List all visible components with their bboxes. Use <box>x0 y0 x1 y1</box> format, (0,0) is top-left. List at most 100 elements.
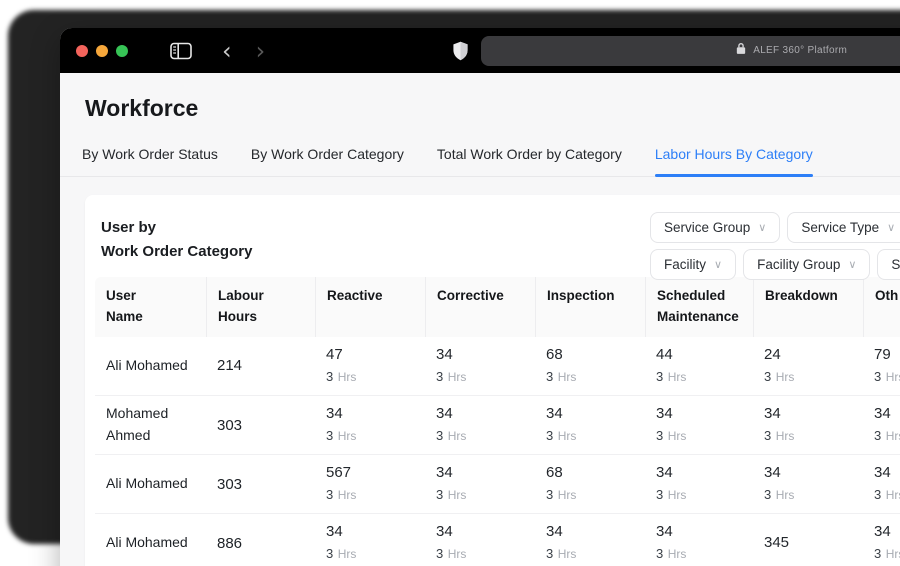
column-header-inspection: Inspection <box>535 277 645 337</box>
filter-dropdown-service-group[interactable]: Service Group ∨ <box>650 212 781 243</box>
filter-row-2: Facility ∨ Facility Group ∨ S ∨ <box>650 249 900 280</box>
cell-hours-sub: 3 Hrs <box>764 427 795 443</box>
cell-value: 345 <box>764 534 790 552</box>
tab-label: Total Work Order by Category <box>436 146 622 162</box>
shield-icon[interactable] <box>452 41 469 61</box>
table-row: Ali Mohamed 886 34 3 Hrs 34 3 Hrs 34 3 H… <box>95 514 900 566</box>
cell-hours-sub: 3 Hrs <box>874 427 900 443</box>
cell-value: 34 <box>656 404 673 422</box>
cell-hours-sub: 3 Hrs <box>326 486 357 502</box>
tab-total-work-order-by-category[interactable]: Total Work Order by Category <box>437 140 622 176</box>
filter-dropdown-s[interactable]: S ∨ <box>877 249 900 280</box>
cell-hours-sub: 3 Hrs <box>656 427 687 443</box>
column-header-label: Corrective <box>437 288 504 303</box>
cell-value: 34 <box>764 464 781 482</box>
chevron-down-icon: ∨ <box>887 222 896 234</box>
cell-category-value: 34 3 Hrs <box>315 396 425 454</box>
url-bar[interactable]: ALEF 360° Platform <box>481 35 900 66</box>
column-header-user-name: User Name <box>95 277 206 337</box>
table-row: Ali Mohamed 303 567 3 Hrs 34 3 Hrs 68 3 … <box>95 455 900 515</box>
cell-category-value: 34 3 Hrs <box>315 514 425 566</box>
filter-dropdown-service-type[interactable]: Service Type ∨ <box>787 212 900 243</box>
cell-category-value: 44 3 Hrs <box>645 337 753 395</box>
filter-label: Facility Group <box>757 257 841 272</box>
cell-labour-hours: 886 <box>217 534 243 552</box>
cell-category-value: 34 3 Hrs <box>425 337 535 395</box>
cell-user-name: Ali Mohamed <box>106 475 188 492</box>
filters: Service Group ∨ Service Type ∨ Facility … <box>650 212 900 286</box>
page-title: Workforce <box>85 95 199 121</box>
cell-value: 34 <box>546 523 563 541</box>
cell-value: 79 <box>874 345 891 363</box>
chevron-down-icon: ∨ <box>758 222 767 234</box>
cell-value: 34 <box>436 523 453 541</box>
column-header-reactive: Reactive <box>315 277 425 337</box>
cell-hours-sub: 3 Hrs <box>656 546 687 562</box>
cell-value: 68 <box>546 345 563 363</box>
cell-category-value: 34 3 Hrs <box>425 396 535 454</box>
filter-label: Facility <box>664 257 707 272</box>
table-body: Ali Mohamed 214 47 3 Hrs 34 3 Hrs 68 3 H… <box>95 337 900 566</box>
forward-icon[interactable]: › <box>254 39 268 63</box>
tab-label: By Work Order Status <box>82 146 218 162</box>
filter-dropdown-facility[interactable]: Facility ∨ <box>650 249 737 280</box>
cell-category-value: 34 3 Hrs <box>425 514 535 566</box>
cell-hours-sub: 3 Hrs <box>326 427 357 443</box>
lock-icon <box>736 42 746 60</box>
column-header-corrective: Corrective <box>425 277 535 337</box>
filter-label: Service Group <box>664 220 751 235</box>
url-label: ALEF 360° Platform <box>753 45 848 56</box>
cell-category-value: 34 3 Hrs <box>753 396 863 454</box>
cell-hours-sub: 3 Hrs <box>326 368 357 384</box>
filter-label: Service Type <box>801 220 880 235</box>
cell-value: 44 <box>656 345 673 363</box>
cell-value: 34 <box>436 345 453 363</box>
cell-category-value: 34 3 Hrs <box>535 396 645 454</box>
cell-hours-sub: 3 Hrs <box>546 546 577 562</box>
cell-value: 34 <box>656 464 673 482</box>
cell-labour-hours: 303 <box>217 416 243 434</box>
cell-category-value: 68 3 Hrs <box>535 337 645 395</box>
tab-label: By Work Order Category <box>250 146 404 162</box>
cell-value: 567 <box>326 464 352 482</box>
cell-hours-sub: 3 Hrs <box>656 368 687 384</box>
cell-hours-sub: 3 Hrs <box>436 368 467 384</box>
table-row: Mohamed Ahmed 303 34 3 Hrs 34 3 Hrs 34 3… <box>95 396 900 456</box>
page-content: Workforce By Work Order Status By Work O… <box>60 73 900 566</box>
column-header-label: Reactive <box>327 288 383 303</box>
zoom-window-button[interactable] <box>116 44 128 57</box>
tab-labor-hours-by-category[interactable]: Labor Hours By Category <box>654 140 813 177</box>
tab-by-work-order-category[interactable]: By Work Order Category <box>251 140 404 176</box>
minimize-window-button[interactable] <box>96 44 108 57</box>
browser-window: ‹ › ALEF 360° Platform Workforce By Work… <box>60 28 900 566</box>
cell-category-value: 567 3 Hrs <box>315 455 425 513</box>
filter-dropdown-facility-group[interactable]: Facility Group ∨ <box>743 249 871 280</box>
close-window-button[interactable] <box>76 44 88 57</box>
cell-category-value: 47 3 Hrs <box>315 337 425 395</box>
cell-hours-sub: 3 Hrs <box>436 546 467 562</box>
cell-value: 34 <box>764 404 781 422</box>
cell-category-value: 34 3 Hrs <box>645 396 753 454</box>
cell-labour-hours: 214 <box>217 357 243 375</box>
cell-category-value: 34 3 Hrs <box>863 514 900 566</box>
column-header-labour-hours: Labour Hours <box>206 277 315 337</box>
column-header-label: User Name <box>106 288 143 324</box>
table-row: Ali Mohamed 214 47 3 Hrs 34 3 Hrs 68 3 H… <box>95 337 900 396</box>
chevron-down-icon: ∨ <box>848 259 857 271</box>
cell-hours-sub: 3 Hrs <box>656 486 687 502</box>
back-icon[interactable]: ‹ <box>220 39 234 63</box>
cell-hours-sub: 3 Hrs <box>546 486 577 502</box>
cell-value: 34 <box>656 523 673 541</box>
sidebar-toggle-icon[interactable] <box>170 42 192 60</box>
cell-hours-sub: 3 Hrs <box>546 427 577 443</box>
cell-value: 34 <box>326 523 343 541</box>
cell-value: 34 <box>874 404 891 422</box>
cell-hours-sub: 3 Hrs <box>874 368 900 384</box>
column-header-label: Inspection <box>547 288 615 303</box>
cell-labour-hours: 303 <box>217 475 243 493</box>
cell-value: 34 <box>874 523 891 541</box>
tab-by-work-order-status[interactable]: By Work Order Status <box>82 140 218 176</box>
cell-value: 34 <box>436 404 453 422</box>
cell-value: 68 <box>546 464 563 482</box>
cell-category-value: 79 3 Hrs <box>863 337 900 395</box>
